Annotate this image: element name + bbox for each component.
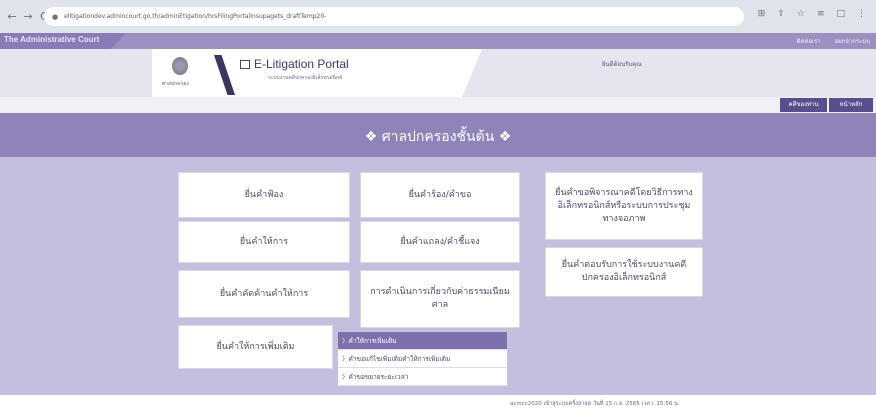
forward-arrow-icon[interactable]: → <box>20 9 36 25</box>
additional-testimony-menu: 〉คำให้การเพิ่มเติม 〉คำขอแก้ไขเพิ่มเติมคำ… <box>337 331 508 387</box>
site-header: ศาลปกครอง E-Litigation Portal ระบบงานคดี… <box>0 49 876 97</box>
file-testimony-card[interactable]: ยื่นคำให้การ <box>178 221 350 263</box>
address-bar[interactable]: ● elitigationdev.admincourt.go.th/adminE… <box>44 7 744 26</box>
apps-icon[interactable]: ⊞ <box>758 9 766 19</box>
portal-subtitle: ระบบงานคดีปกครองอิเล็กทรอนิกส์ <box>268 75 342 81</box>
more-menu-icon[interactable]: ⋮ <box>857 9 866 19</box>
window-icon[interactable]: □ <box>836 9 845 19</box>
emblem-label: ศาลปกครอง <box>162 81 189 87</box>
menu-item-amend-testimony[interactable]: 〉คำขอแก้ไขเพิ่มเติมคำให้การเพิ่มเติม <box>338 350 507 368</box>
banner-title: ❖ ศาลปกครองชั้นต้น ❖ <box>364 129 512 145</box>
back-arrow-icon[interactable]: ← <box>4 9 20 25</box>
reading-list-icon[interactable]: ≡ <box>817 9 825 19</box>
lock-icon: ● <box>52 12 59 21</box>
my-cases-button[interactable]: คดีของท่าน <box>780 98 827 112</box>
file-request-card[interactable]: ยื่นคำร้อง/คำขอ <box>360 172 520 218</box>
browser-toolbar: ← → C ● elitigationdev.admincourt.go.th/… <box>0 0 876 33</box>
footer: acmcc2020 เข้าสู่ระบบครั้งล่าสุด วันที่ … <box>0 395 876 414</box>
action-row: คดีของท่าน หน้าหลัก <box>0 97 876 113</box>
brand-tab: The Administrative Court <box>0 33 126 49</box>
file-response-card[interactable]: ยื่นคำตอบรับการใช้ระบบงานคดีปกครองอิเล็ก… <box>545 247 703 297</box>
file-additional-card[interactable]: ยื่นคำให้การเพิ่มเติม <box>178 325 333 369</box>
top-strip: The Administrative Court ติดต่อเรา ออกจา… <box>0 33 876 49</box>
browser-icons: ⊞ ⇪ ☆ ≡ □ ⋮ <box>758 9 866 19</box>
url-text[interactable]: elitigationdev.admincourt.go.th/adminEti… <box>64 13 326 20</box>
fee-process-card[interactable]: การดำเนินการเกี่ยวกับค่าธรรมเนียมศาล <box>360 270 520 328</box>
top-links: ติดต่อเรา ออกจากระบบ <box>797 36 870 46</box>
court-banner: ❖ ศาลปกครองชั้นต้น ❖ <box>0 113 876 157</box>
court-emblem-icon <box>172 57 188 75</box>
file-complaint-card[interactable]: ยื่นคำฟ้อง <box>178 172 350 218</box>
welcome-text: ยินดีต้อนรับคุณ <box>602 61 642 68</box>
file-statement-card[interactable]: ยื่นคำแถลง/คำชี้แจง <box>360 221 520 263</box>
logout-link[interactable]: ออกจากระบบ <box>835 36 870 46</box>
contact-link[interactable]: ติดต่อเรา <box>797 36 821 46</box>
portal-icon <box>240 60 250 69</box>
bookmark-star-icon[interactable]: ☆ <box>797 9 805 19</box>
file-consider-card[interactable]: ยื่นคำขอพิจารณาคดีโดยวิธีการทางอิเล็กทรอ… <box>545 172 703 240</box>
file-objection-card[interactable]: ยื่นคำคัดค้านคำให้การ <box>178 270 350 318</box>
brand-text: The Administrative Court <box>4 35 100 44</box>
home-button[interactable]: หน้าหลัก <box>829 98 873 112</box>
menu-item-additional-testimony[interactable]: 〉คำให้การเพิ่มเติม <box>338 332 507 350</box>
menu-item-extend-time[interactable]: 〉คำขอขยายระยะเวลา <box>338 368 507 386</box>
last-login-text: acmcc2020 เข้าสู่ระบบครั้งล่าสุด วันที่ … <box>510 401 680 407</box>
portal-title: E-Litigation Portal <box>254 57 349 71</box>
share-icon[interactable]: ⇪ <box>777 9 785 19</box>
